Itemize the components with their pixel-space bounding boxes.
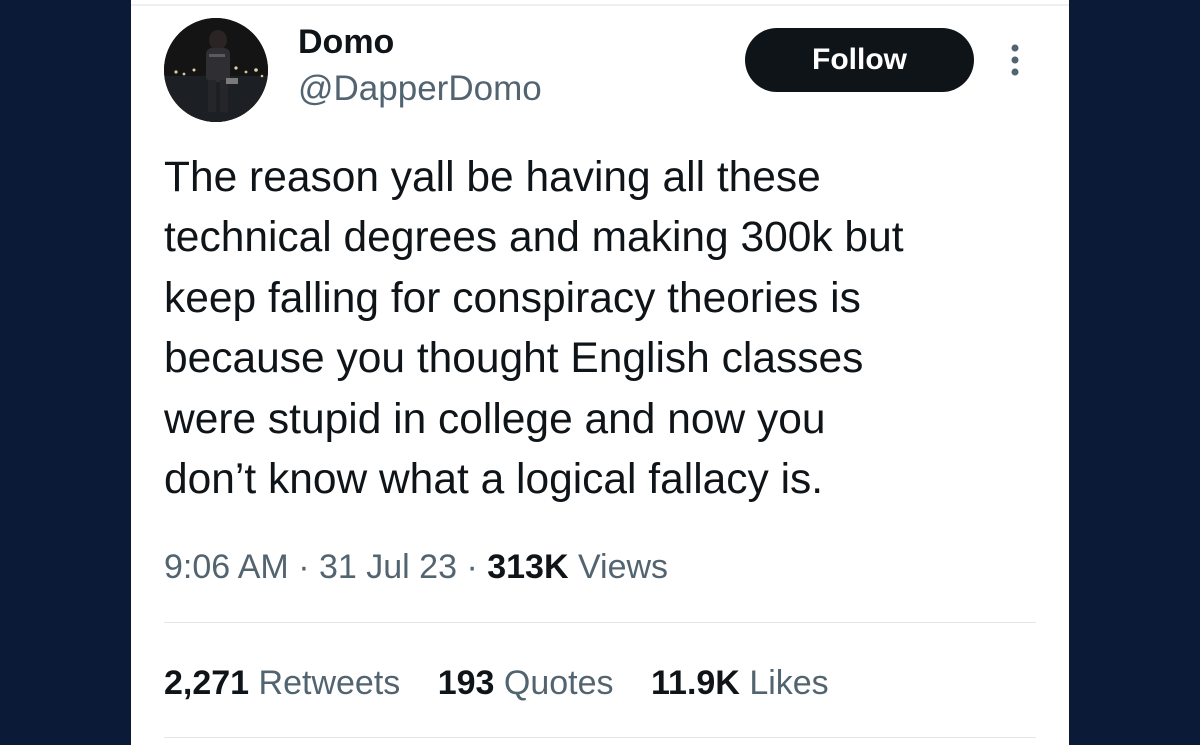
views-count: 313K bbox=[487, 548, 569, 586]
avatar[interactable] bbox=[164, 18, 268, 122]
divider bbox=[164, 622, 1036, 623]
top-divider bbox=[131, 4, 1069, 6]
more-vertical-icon[interactable] bbox=[1003, 40, 1027, 80]
tweet-stats: 2,271 Retweets 193 Quotes 11.9K Likes bbox=[164, 660, 857, 706]
meta-separator: · bbox=[298, 548, 310, 586]
stat-likes[interactable]: 11.9K Likes bbox=[651, 664, 829, 702]
views-label: Views bbox=[577, 548, 669, 586]
stat-retweets[interactable]: 2,271 Retweets bbox=[164, 664, 410, 702]
tweet-date[interactable]: 31 Jul 23 bbox=[319, 548, 457, 586]
author-handle[interactable]: @DapperDomo bbox=[298, 68, 542, 110]
tweet-text: The reason yall be having all these tech… bbox=[164, 154, 904, 504]
follow-button[interactable]: Follow bbox=[745, 28, 974, 92]
tweet-meta: 9:06 AM · 31 Jul 23 · 313K Views bbox=[164, 544, 668, 590]
tweet-time[interactable]: 9:06 AM bbox=[164, 548, 289, 586]
likes-label: Likes bbox=[749, 664, 829, 702]
avatar-image bbox=[164, 18, 268, 122]
retweets-label: Retweets bbox=[258, 664, 401, 702]
meta-separator: · bbox=[466, 548, 478, 586]
divider bbox=[164, 737, 1036, 738]
quotes-label: Quotes bbox=[503, 664, 614, 702]
quotes-count: 193 bbox=[437, 664, 495, 702]
tweet-card: Domo @DapperDomo Follow The reason yall … bbox=[131, 0, 1069, 745]
likes-count: 11.9K bbox=[651, 664, 740, 702]
stat-quotes[interactable]: 193 Quotes bbox=[438, 664, 623, 702]
retweets-count: 2,271 bbox=[164, 664, 250, 702]
author-name[interactable]: Domo bbox=[298, 22, 394, 62]
screenshot-frame: Domo @DapperDomo Follow The reason yall … bbox=[0, 0, 1200, 745]
